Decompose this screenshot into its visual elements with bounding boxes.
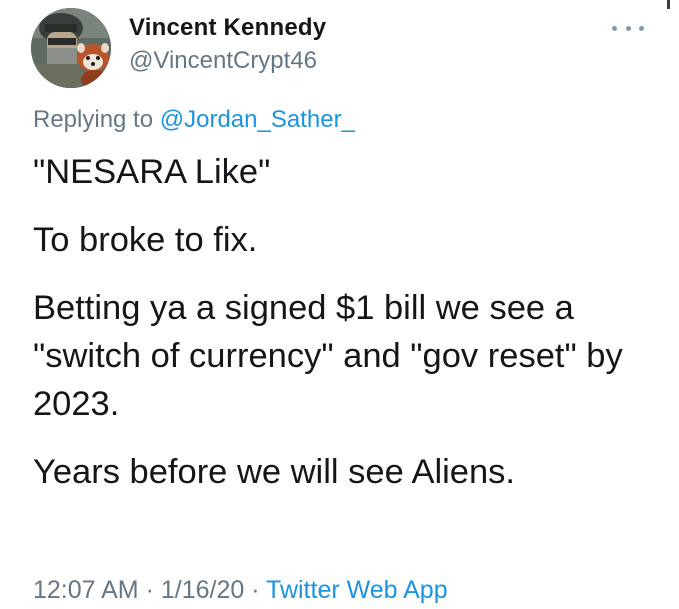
scroll-edge-mark (667, 0, 670, 9)
more-horizontal-icon (639, 25, 644, 31)
tweet-paragraph: "NESARA Like" (33, 153, 271, 191)
more-horizontal-icon (612, 25, 617, 31)
more-options-button[interactable] (612, 18, 644, 38)
more-horizontal-icon (625, 25, 631, 31)
tweet-paragraph: Betting ya a signed $1 bill we see a "sw… (33, 289, 623, 423)
tweet-time[interactable]: 12:07 AM (33, 576, 139, 604)
author-handle[interactable]: @VincentCrypt46 (129, 46, 317, 76)
avatar-image (31, 8, 111, 88)
tweet-metadata: 12:07 AM · 1/16/20 · Twitter Web App (33, 573, 448, 607)
author-display-name[interactable]: Vincent Kennedy (129, 13, 326, 43)
tweet-card: Vincent Kennedy @VincentCrypt46 Replying… (0, 0, 679, 609)
replying-to-line: Replying to @Jordan_Sather_ (33, 104, 355, 136)
tweet-text: "NESARA Like" To broke to fix. Betting y… (33, 148, 663, 516)
tweet-date[interactable]: 1/16/20 (161, 576, 244, 604)
avatar[interactable] (31, 8, 111, 88)
tweet-source-link[interactable]: Twitter Web App (266, 576, 448, 604)
meta-separator: · (244, 576, 267, 604)
reply-mention-link[interactable]: @Jordan_Sather_ (160, 106, 355, 133)
tweet-paragraph: Years before we will see Aliens. (33, 453, 515, 491)
replying-to-prefix: Replying to (33, 106, 160, 133)
meta-separator: · (138, 576, 161, 604)
tweet-paragraph: To broke to fix. (33, 221, 258, 259)
